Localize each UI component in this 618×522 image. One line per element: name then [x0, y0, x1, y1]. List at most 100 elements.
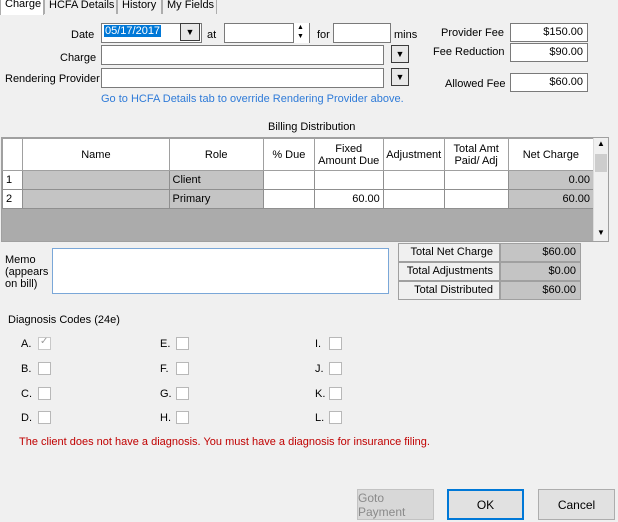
adjustment-column-header[interactable]: Adjustment — [382, 138, 445, 171]
scrollbar-thumb[interactable] — [595, 154, 607, 172]
diagnosis-checkbox-g[interactable] — [176, 387, 189, 400]
billing-distribution-title: Billing Distribution — [268, 121, 356, 133]
memo-textarea[interactable] — [52, 248, 389, 294]
diagnosis-label-j: J. — [315, 363, 324, 375]
chevron-up-icon[interactable]: ▲ — [597, 139, 605, 148]
tab-hcfa-details[interactable]: HCFA Details — [44, 0, 117, 14]
total-net-charge-value: $60.00 — [500, 243, 581, 262]
diagnosis-label-l: L. — [315, 412, 325, 424]
provider-fee-input[interactable]: $150.00 — [510, 23, 588, 42]
at-label: at — [207, 29, 217, 41]
diagnosis-label-h: H. — [160, 412, 171, 424]
fixed-amount-column-header[interactable]: Fixed Amount Due — [313, 138, 384, 171]
tab-my-fields[interactable]: My Fields — [162, 0, 217, 14]
mins-label: mins — [394, 29, 418, 41]
net-charge-cell: 0.00 — [507, 170, 595, 190]
date-label: Date — [71, 29, 95, 41]
date-value: 05/17/2017 — [104, 25, 162, 37]
checkmark-icon: ✓ — [40, 336, 49, 347]
charge-label: Charge — [60, 52, 97, 64]
diagnosis-checkbox-b[interactable] — [38, 362, 51, 375]
total-paid-cell[interactable] — [443, 189, 509, 209]
diagnosis-checkbox-l[interactable] — [329, 411, 342, 424]
role-column-header[interactable]: Role — [168, 138, 264, 171]
fixed-amount-cell[interactable]: 60.00 — [313, 189, 384, 209]
diagnosis-checkbox-h[interactable] — [176, 411, 189, 424]
billing-scrollbar[interactable]: ▲ ▼ — [593, 138, 608, 241]
total-paid-cell[interactable] — [443, 170, 509, 190]
charge-select[interactable] — [101, 45, 384, 65]
name-column-header[interactable]: Name — [22, 138, 170, 171]
diagnosis-label-c: C. — [21, 388, 32, 400]
name-cell[interactable] — [22, 189, 170, 209]
cancel-button[interactable]: Cancel — [538, 489, 615, 520]
ok-button[interactable]: OK — [447, 489, 524, 520]
total-adjustments-value: $0.00 — [500, 262, 581, 281]
diagnosis-error-message: The client does not have a diagnosis. Yo… — [19, 436, 430, 448]
adjustment-cell[interactable] — [382, 189, 445, 209]
tab-charge[interactable]: Charge — [0, 0, 44, 15]
memo-label: Memo (appears on bill) — [5, 254, 49, 290]
date-dropdown-button[interactable]: ▼ — [180, 23, 200, 41]
row-number: 2 — [2, 189, 24, 209]
net-charge-cell: 60.00 — [507, 189, 595, 209]
for-label: for — [317, 29, 330, 41]
diagnosis-checkbox-j[interactable] — [329, 362, 342, 375]
chevron-down-icon: ▼ — [185, 27, 195, 37]
time-spinner[interactable]: ▲ ▼ — [293, 23, 309, 43]
diagnosis-checkbox-c[interactable] — [38, 387, 51, 400]
charge-dropdown-button[interactable]: ▼ — [391, 45, 409, 63]
diagnosis-checkbox-a[interactable]: ✓ — [38, 336, 51, 350]
diagnosis-codes-title: Diagnosis Codes (24e) — [8, 314, 120, 326]
rendering-provider-label: Rendering Provider — [5, 73, 100, 85]
fixed-amount-cell[interactable] — [313, 170, 384, 190]
chevron-down-icon: ▼ — [395, 72, 405, 82]
fee-reduction-label: Fee Reduction — [433, 46, 505, 58]
billing-table: Name Role % Due Fixed Amount Due Adjustm… — [2, 138, 595, 209]
diagnosis-checkbox-i[interactable] — [329, 337, 342, 350]
name-cell[interactable] — [22, 170, 170, 190]
diagnosis-label-i: I. — [315, 338, 322, 350]
row-number: 1 — [2, 170, 24, 190]
allowed-fee-input[interactable]: $60.00 — [510, 73, 588, 92]
total-distributed-label: Total Distributed — [398, 281, 500, 300]
total-adjustments-label: Total Adjustments — [398, 262, 500, 281]
billing-header-row: Name Role % Due Fixed Amount Due Adjustm… — [2, 138, 595, 171]
chevron-down-icon[interactable]: ▼ — [597, 228, 605, 237]
diagnosis-checkbox-f[interactable] — [176, 362, 189, 375]
chevron-down-icon: ▼ — [395, 49, 405, 59]
billing-grid: Name Role % Due Fixed Amount Due Adjustm… — [1, 137, 609, 242]
diagnosis-label-f: F. — [160, 363, 169, 375]
rendering-provider-select[interactable] — [101, 68, 384, 88]
diagnosis-label-g: G. — [160, 388, 172, 400]
allowed-fee-label: Allowed Fee — [445, 78, 506, 90]
total-distributed-value: $60.00 — [500, 281, 581, 300]
role-cell[interactable]: Primary — [168, 189, 264, 209]
pct-due-cell[interactable] — [262, 170, 315, 190]
role-cell[interactable]: Client — [168, 170, 264, 190]
diagnosis-label-a: A. — [21, 338, 32, 350]
table-row[interactable]: 1 Client 0.00 — [2, 170, 595, 190]
provider-fee-label: Provider Fee — [441, 27, 504, 39]
duration-input[interactable] — [333, 23, 391, 43]
total-net-charge-label: Total Net Charge — [398, 243, 500, 262]
tab-history[interactable]: History — [117, 0, 162, 14]
net-charge-column-header[interactable]: Net Charge — [507, 138, 595, 171]
diagnosis-checkbox-k[interactable] — [329, 387, 342, 400]
adjustment-cell[interactable] — [382, 170, 445, 190]
diagnosis-label-e: E. — [160, 338, 171, 350]
pct-due-column-header[interactable]: % Due — [262, 138, 315, 171]
rendering-provider-dropdown-button[interactable]: ▼ — [391, 68, 409, 86]
goto-payment-button[interactable]: Goto Payment — [357, 489, 434, 520]
table-row[interactable]: 2 Primary 60.00 60.00 — [2, 189, 595, 209]
total-paid-column-header[interactable]: Total Amt Paid/ Adj — [443, 138, 509, 171]
fee-reduction-input[interactable]: $90.00 — [510, 43, 588, 62]
diagnosis-checkbox-e[interactable] — [176, 337, 189, 350]
diagnosis-checkbox-d[interactable] — [38, 411, 51, 424]
row-number-header — [2, 138, 24, 171]
diagnosis-label-d: D. — [21, 412, 32, 424]
pct-due-cell[interactable] — [262, 189, 315, 209]
diagnosis-label-k: K. — [315, 388, 326, 400]
diagnosis-label-b: B. — [21, 363, 32, 375]
hcfa-details-link[interactable]: Go to HCFA Details tab to override Rende… — [101, 93, 404, 105]
